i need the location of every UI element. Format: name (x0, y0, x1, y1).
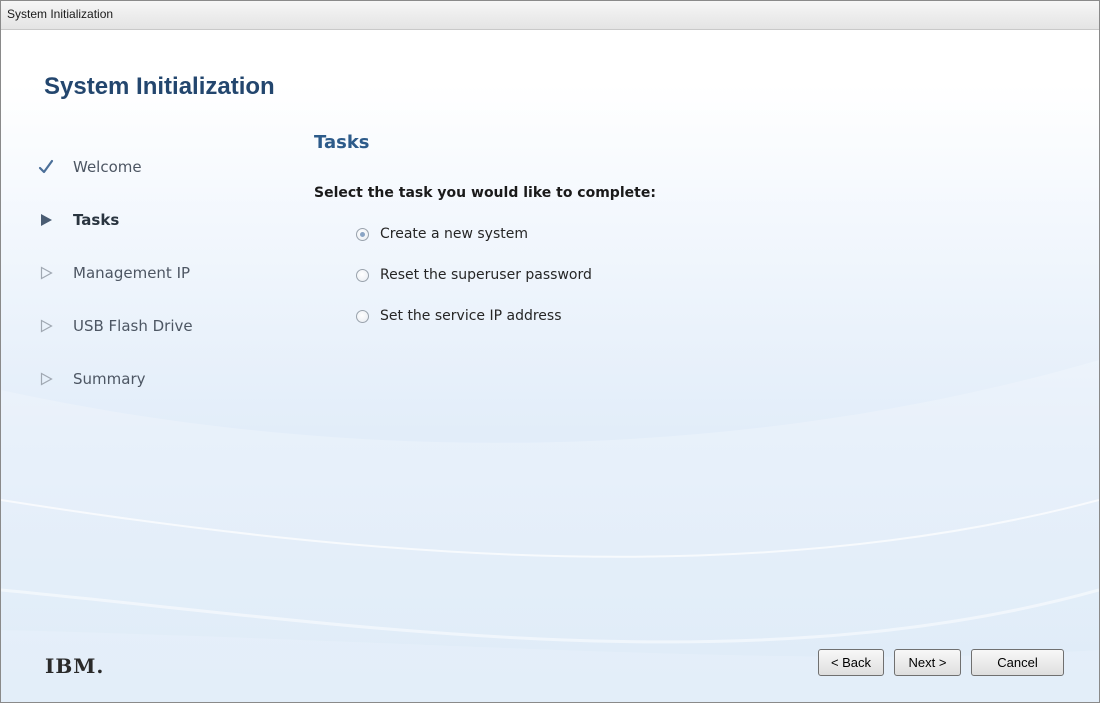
background-swoosh (1, 360, 1099, 702)
window-title: System Initialization (7, 7, 114, 21)
step-label: USB Flash Drive (73, 317, 193, 335)
cancel-button[interactable]: Cancel (971, 649, 1064, 676)
radio-button-selected[interactable] (356, 228, 369, 241)
wizard-window: System Initialization System Initializat… (0, 0, 1100, 703)
step-label: Management IP (73, 264, 191, 282)
step-label: Tasks (73, 211, 120, 229)
outline-triangle-icon (40, 319, 53, 333)
page-title: System Initialization (44, 73, 275, 100)
ibm-logo: IBM. (45, 654, 105, 678)
radio-button[interactable] (356, 269, 369, 282)
option-label[interactable]: Create a new system (380, 226, 528, 242)
next-button[interactable]: Next > (894, 649, 961, 676)
radio-dot (360, 232, 365, 237)
section-title: Tasks (314, 132, 370, 153)
step-label: Summary (73, 370, 146, 388)
checkmark-icon (38, 159, 54, 174)
back-button[interactable]: < Back (818, 649, 884, 676)
title-bar[interactable]: System Initialization (1, 1, 1099, 30)
outline-triangle-icon (40, 372, 53, 386)
radio-button[interactable] (356, 310, 369, 323)
wizard-content: System Initialization Welcome Tasks Mana… (1, 30, 1099, 702)
step-label: Welcome (73, 158, 142, 176)
filled-triangle-icon (41, 214, 52, 226)
outline-triangle-icon (40, 266, 53, 280)
option-label[interactable]: Set the service IP address (380, 308, 562, 324)
task-prompt: Select the task you would like to comple… (314, 185, 656, 201)
option-label[interactable]: Reset the superuser password (380, 267, 592, 283)
